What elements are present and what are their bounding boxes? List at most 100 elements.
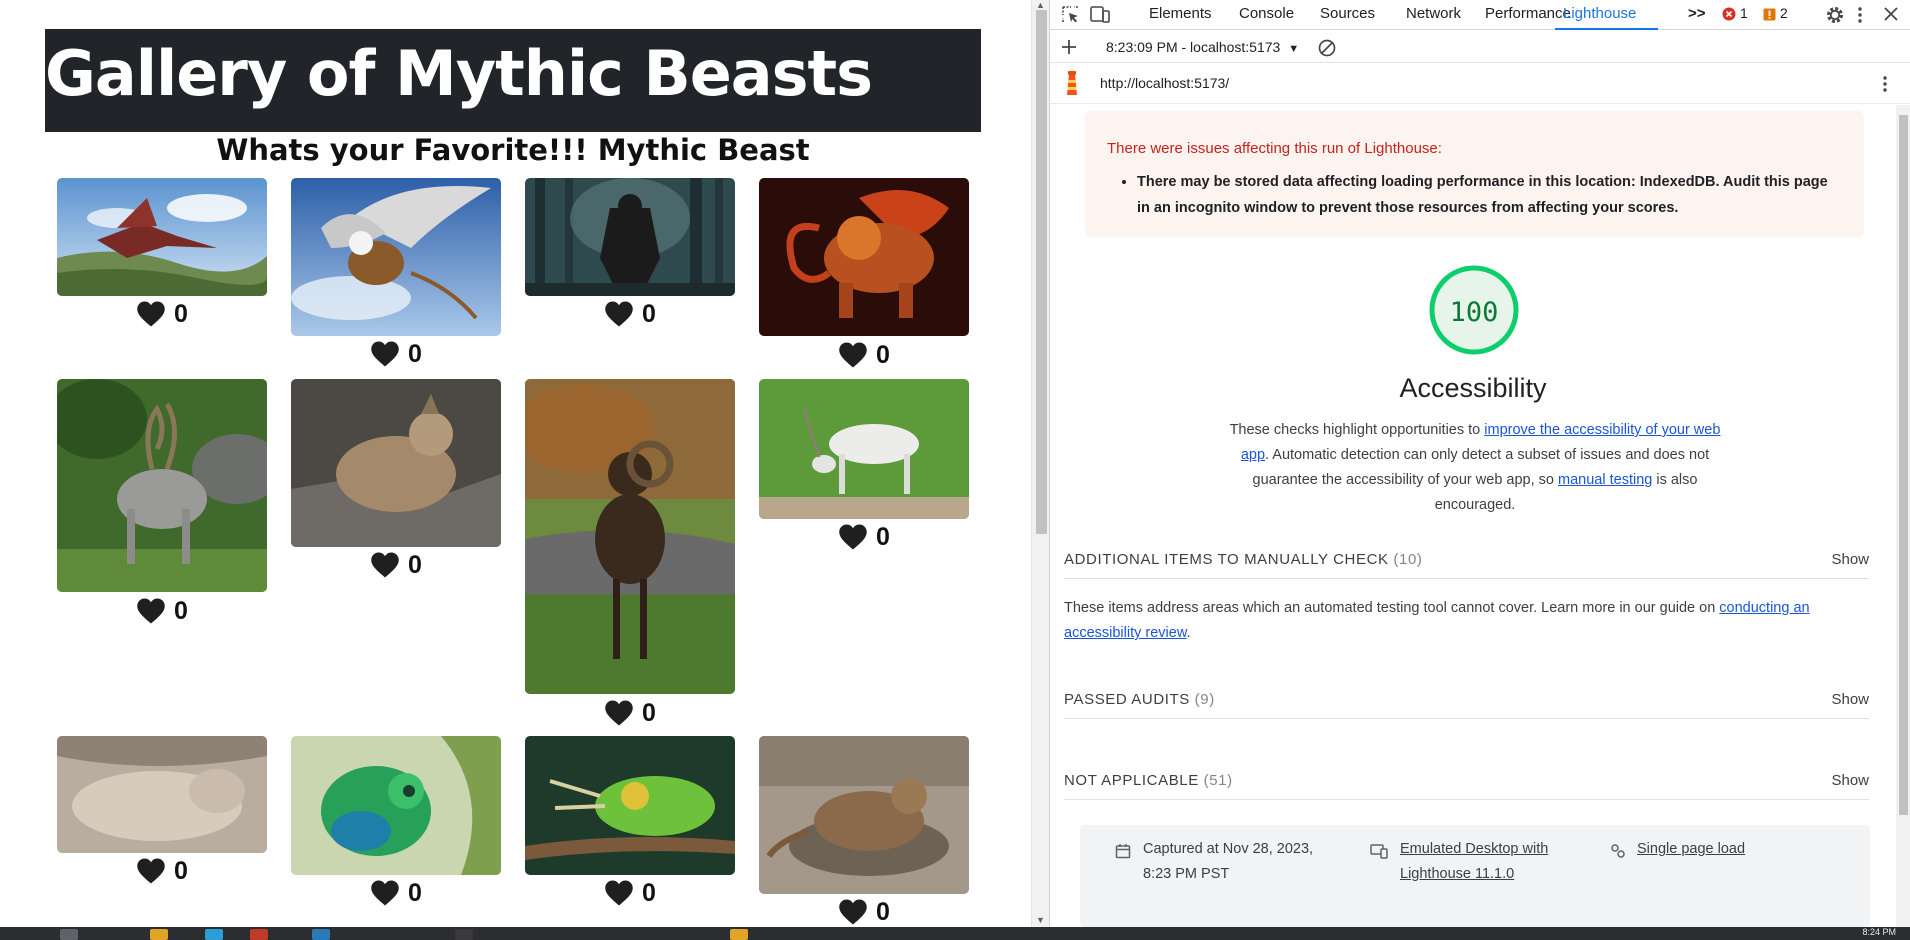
- active-tab-indicator: [1555, 28, 1658, 30]
- category-description: These checks highlight opportunities to …: [1225, 418, 1725, 518]
- taskbar-clock[interactable]: 8:24 PM: [1862, 927, 1896, 937]
- show-button[interactable]: Show: [1831, 772, 1869, 789]
- beast-image-green-chameleon[interactable]: [291, 736, 501, 875]
- beast-image-griffin[interactable]: [291, 178, 501, 336]
- heart-icon[interactable]: [604, 879, 634, 907]
- like-count: 0: [408, 878, 422, 907]
- category-title: Accessibility: [1399, 373, 1547, 403]
- audit-group-not-applicable[interactable]: NOT APPLICABLE (51) Show: [1064, 762, 1869, 800]
- error-count[interactable]: 1: [1740, 5, 1748, 21]
- like-count: 0: [876, 897, 890, 926]
- report-menu-icon[interactable]: [1882, 74, 1888, 94]
- report-selector[interactable]: 8:23:09 PM - localhost:5173 ▼: [1106, 39, 1299, 55]
- heart-icon[interactable]: [604, 699, 634, 727]
- tab-lighthouse[interactable]: Lighthouse: [1563, 5, 1636, 22]
- more-tabs-button[interactable]: >>: [1688, 5, 1706, 22]
- devtools-panel: Elements Console Sources Network Perform…: [1049, 0, 1910, 927]
- like-counter: 0: [525, 300, 735, 328]
- tab-network[interactable]: Network: [1406, 5, 1461, 22]
- heart-icon[interactable]: [136, 597, 166, 625]
- kebab-menu-icon[interactable]: [1857, 5, 1863, 25]
- report-label: 8:23:09 PM - localhost:5173: [1106, 39, 1281, 55]
- like-count: 0: [642, 299, 656, 328]
- beast-image-horned-lizard[interactable]: [759, 736, 969, 894]
- gear-icon[interactable]: [1825, 5, 1845, 25]
- like-counter: 0: [525, 879, 735, 907]
- audit-group-manual[interactable]: ADDITIONAL ITEMS TO MANUALLY CHECK (10) …: [1064, 541, 1869, 579]
- tab-sources[interactable]: Sources: [1320, 5, 1375, 22]
- heart-icon[interactable]: [136, 300, 166, 328]
- warning-title: There were issues affecting this run of …: [1107, 140, 1442, 157]
- desktop-icon: [1370, 844, 1388, 859]
- heart-icon[interactable]: [136, 857, 166, 885]
- report-url[interactable]: http://localhost:5173/: [1100, 75, 1229, 91]
- like-count: 0: [174, 596, 188, 625]
- app-icon[interactable]: [730, 929, 748, 940]
- report-scrollbar[interactable]: [1896, 105, 1910, 927]
- run-warning-box: There were issues affecting this run of …: [1085, 111, 1864, 237]
- single-load-icon: [1611, 844, 1625, 858]
- file-explorer-icon[interactable]: [150, 929, 168, 940]
- error-icon[interactable]: [1722, 7, 1736, 25]
- terminal-icon[interactable]: [455, 929, 473, 940]
- emulation-info[interactable]: Emulated Desktop with Lighthouse 11.1.0: [1400, 837, 1570, 887]
- new-report-icon[interactable]: [1061, 39, 1077, 55]
- like-counter: 0: [759, 341, 969, 369]
- beast-image-mouflon[interactable]: [525, 379, 735, 694]
- close-icon[interactable]: [1883, 6, 1899, 22]
- header-banner: Gallery of Mythic Beasts: [45, 29, 981, 132]
- page-title: Gallery of Mythic Beasts: [45, 37, 873, 110]
- like-counter: 0: [57, 857, 267, 885]
- device-toolbar-icon[interactable]: [1090, 6, 1110, 24]
- beast-image-addax[interactable]: [759, 379, 969, 519]
- tab-elements[interactable]: Elements: [1149, 5, 1212, 22]
- vscode-icon[interactable]: [312, 929, 330, 940]
- scroll-up-icon[interactable]: ▲: [1036, 0, 1045, 10]
- scroll-down-icon[interactable]: ▼: [1036, 915, 1045, 925]
- page-scrollbar[interactable]: ▲ ▼: [1031, 0, 1049, 927]
- beast-image-werewolf[interactable]: [525, 178, 735, 296]
- page-scroll-thumb[interactable]: [1036, 10, 1047, 534]
- heart-icon[interactable]: [838, 523, 868, 551]
- heart-icon[interactable]: [370, 551, 400, 579]
- load-mode[interactable]: Single page load: [1637, 837, 1745, 862]
- beast-image-fire-lion[interactable]: [759, 178, 969, 336]
- heart-icon[interactable]: [604, 300, 634, 328]
- heart-icon[interactable]: [838, 898, 868, 926]
- like-count: 0: [408, 550, 422, 579]
- search-icon[interactable]: [60, 929, 78, 940]
- edge-icon[interactable]: [205, 929, 223, 940]
- like-count: 0: [642, 878, 656, 907]
- heart-icon[interactable]: [370, 879, 400, 907]
- beast-image-kangaroo[interactable]: [57, 736, 267, 853]
- lighthouse-logo-icon: [1067, 71, 1077, 95]
- heart-icon[interactable]: [370, 340, 400, 368]
- group-title: PASSED AUDITS (9): [1064, 691, 1215, 708]
- clear-icon[interactable]: [1318, 39, 1336, 57]
- beast-image-young-goat[interactable]: [291, 379, 501, 547]
- inspect-element-icon[interactable]: [1062, 6, 1080, 24]
- tab-performance[interactable]: Performance: [1485, 5, 1571, 22]
- devtools-tabbar: Elements Console Sources Network Perform…: [1050, 0, 1910, 30]
- beast-image-dragon[interactable]: [57, 178, 267, 296]
- beast-image-markhor[interactable]: [57, 379, 267, 592]
- beast-image-jacksons-chameleon[interactable]: [525, 736, 735, 875]
- tab-console[interactable]: Console: [1239, 5, 1294, 22]
- chrome-icon[interactable]: [250, 929, 268, 940]
- audit-group-passed[interactable]: PASSED AUDITS (9) Show: [1064, 681, 1869, 719]
- report-scroll-thumb[interactable]: [1899, 115, 1908, 815]
- like-count: 0: [408, 339, 422, 368]
- like-counter: 0: [57, 300, 267, 328]
- show-button[interactable]: Show: [1831, 691, 1869, 708]
- warning-count[interactable]: 2: [1780, 5, 1788, 21]
- group-count: (51): [1203, 772, 1233, 789]
- chevron-down-icon: ▼: [1288, 43, 1300, 55]
- show-button[interactable]: Show: [1831, 551, 1869, 568]
- warning-list: There may be stored data affecting loadi…: [1137, 169, 1837, 221]
- warning-icon[interactable]: [1763, 8, 1776, 25]
- group-count: (10): [1393, 551, 1423, 568]
- heart-icon[interactable]: [838, 341, 868, 369]
- like-count: 0: [876, 340, 890, 369]
- manual-testing-link[interactable]: manual testing: [1558, 472, 1652, 488]
- report-url-row: http://localhost:5173/: [1050, 64, 1910, 104]
